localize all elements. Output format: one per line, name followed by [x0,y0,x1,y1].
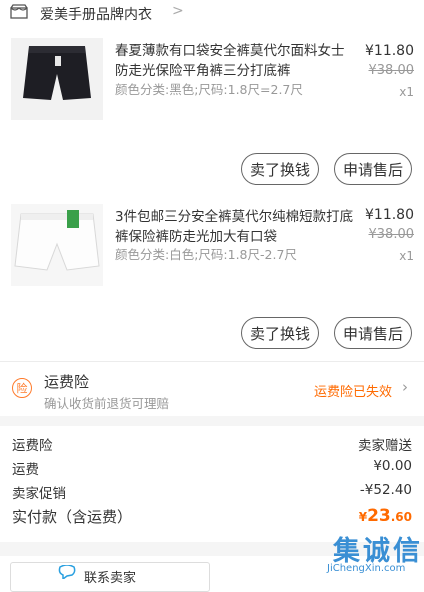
insurance-status[interactable]: 运费险已失效 [314,381,392,400]
total-label: 实付款（含运费） [12,508,133,526]
divider [0,361,424,362]
chevron-right-icon: > [172,3,184,19]
summary-value: 卖家赠送 [358,438,412,454]
insurance-subtitle: 确认收货前退货可理赔 [44,396,170,411]
product-spec: 颜色分类:黑色;尺码:1.8尺=2.7尺 [115,82,303,97]
chevron-right-icon: › [402,378,408,396]
sell-button[interactable]: 卖了换钱 [241,153,319,185]
watermark: 集诚信 JiChengXin.com [325,529,421,579]
white-shorts-image [11,204,103,286]
after-sale-button[interactable]: 申请售后 [334,153,412,185]
product-image[interactable] [11,38,103,120]
original-price: ¥38.00 [368,63,415,78]
summary-row: 运费 ¥0.00 [12,458,412,480]
summary-label: 运费险 [12,438,53,454]
total-decimal: .60 [390,510,412,524]
summary-value: -¥52.40 [359,482,412,498]
summary-label: 卖家促销 [12,486,66,502]
quantity: x1 [399,249,414,263]
product-title[interactable]: 春夏薄款有口袋安全裤莫代尔面料女士防走光保险平角裤三分打底裤 [115,41,355,81]
store-name[interactable]: 爱美手册品牌内衣 [40,4,152,24]
summary-row: 运费险 卖家赠送 [12,434,412,456]
quantity: x1 [399,85,414,99]
insurance-title: 运费险 [44,373,90,391]
summary-value: ¥0.00 [373,458,412,474]
section-gap [0,416,424,426]
black-shorts-image [11,38,103,120]
summary-row: 卖家促销 -¥52.40 [12,482,412,504]
insurance-icon: 险 [12,378,32,398]
store-header[interactable]: 爱美手册品牌内衣 > [0,0,424,26]
product-title[interactable]: 3件包邮三分安全裤莫代尔纯棉短款打底裤保险裤防走光加大有口袋 [115,207,355,247]
product-spec: 颜色分类:白色;尺码:1.8尺-2.7尺 [115,247,297,262]
total-currency: ¥ [358,510,368,524]
total-amount: ¥23.60 [359,506,412,526]
sell-button[interactable]: 卖了换钱 [241,317,319,349]
store-icon [10,4,28,19]
product-price: ¥11.80 [365,43,414,59]
product-image[interactable] [11,204,103,286]
chat-icon [58,565,76,579]
watermark-domain: JiChengXin.com [327,563,406,574]
original-price: ¥38.00 [368,227,415,242]
after-sale-button[interactable]: 申请售后 [334,317,412,349]
summary-label: 运费 [12,462,39,478]
total-integer: 23 [367,506,391,526]
contact-seller-label[interactable]: 联系卖家 [84,567,136,586]
product-price: ¥11.80 [365,207,414,223]
